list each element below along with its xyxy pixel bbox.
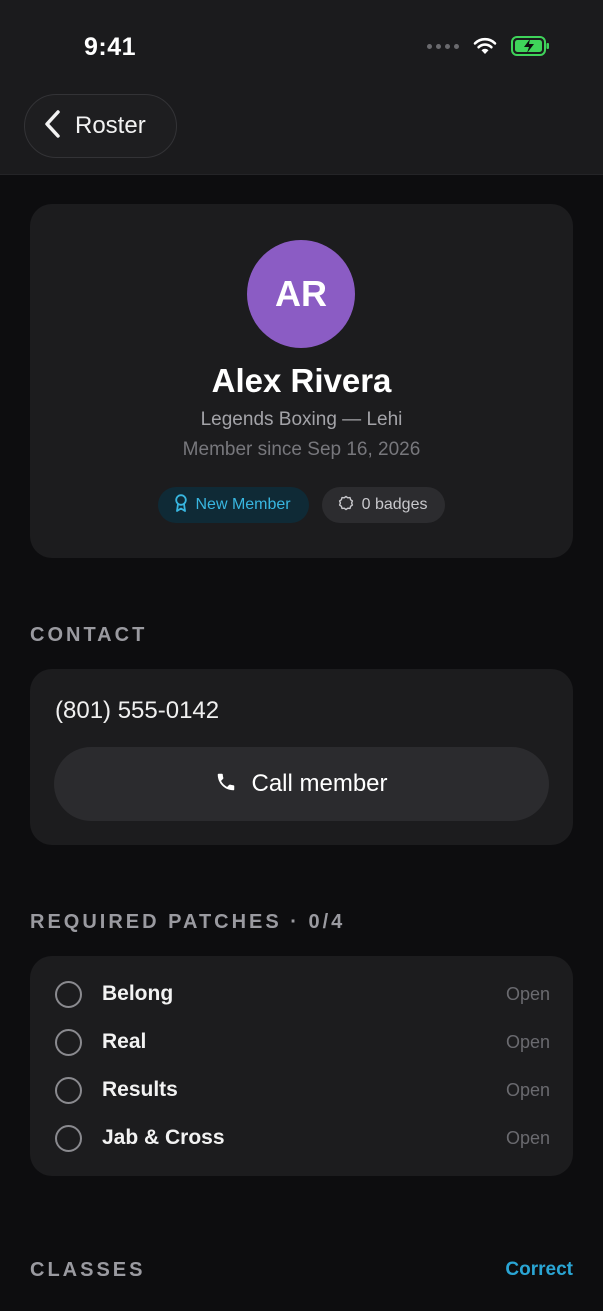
member-since: Member since Sep 16, 2026 <box>182 439 421 460</box>
tag-row: New Member 0 badges <box>30 487 573 523</box>
profile-card: AR Alex Rivera Legends Boxing — Lehi Mem… <box>30 204 573 558</box>
patch-status: Open <box>505 1127 550 1148</box>
patch-status: Open <box>505 1079 550 1100</box>
contact-section-title: CONTACT <box>30 624 148 646</box>
signal-dots-icon <box>427 43 459 49</box>
top-bar: 9:41 Roster <box>0 0 603 175</box>
back-button[interactable]: Roster <box>24 94 177 158</box>
member-name: Alex Rivera <box>211 362 392 399</box>
back-button-label: Roster <box>75 112 146 139</box>
patch-radio[interactable] <box>55 1028 82 1056</box>
badge-count-label: 0 badges <box>361 496 428 513</box>
call-member-button[interactable]: Call member <box>54 747 549 821</box>
patch-name: Jab & Cross <box>102 1126 225 1149</box>
patch-status: Open <box>505 983 550 1004</box>
new-member-label: New Member <box>195 496 291 513</box>
patch-name: Belong <box>102 982 174 1005</box>
contact-card: (801) 555-0142 Call member <box>30 669 573 845</box>
ribbon-icon <box>174 493 188 517</box>
phone-number: (801) 555-0142 <box>55 697 220 724</box>
badge-count: 0 badges <box>321 487 446 523</box>
patch-name: Real <box>102 1030 147 1053</box>
status-icons <box>427 36 551 56</box>
patch-name: Results <box>102 1078 178 1101</box>
call-member-label: Call member <box>251 770 388 797</box>
badge-seal-icon <box>338 495 354 516</box>
wifi-icon <box>473 37 497 55</box>
classes-section-title: CLASSES <box>30 1259 146 1281</box>
patch-row[interactable]: Belong Open <box>55 974 550 1014</box>
avatar: AR <box>247 240 355 348</box>
classes-correct-link[interactable]: Correct <box>505 1259 573 1281</box>
new-member-badge: New Member <box>157 487 309 523</box>
gym-location: Legends Boxing — Lehi <box>200 409 403 430</box>
patch-status: Open <box>505 1031 550 1052</box>
battery-charging-icon <box>511 36 551 56</box>
patches-section-title: REQUIRED PATCHES · 0/4 <box>30 911 346 933</box>
patch-radio[interactable] <box>55 980 82 1008</box>
phone-icon <box>215 771 237 798</box>
patch-row[interactable]: Real Open <box>55 1022 550 1062</box>
status-time: 9:41 <box>84 33 137 61</box>
patch-row[interactable]: Results Open <box>55 1070 550 1110</box>
patch-row[interactable]: Jab & Cross Open <box>55 1118 550 1158</box>
patch-radio[interactable] <box>55 1124 82 1152</box>
patches-card: Belong Open Real Open Results Open Jab &… <box>30 956 573 1176</box>
patch-radio[interactable] <box>55 1076 82 1104</box>
chevron-left-icon <box>43 109 61 144</box>
